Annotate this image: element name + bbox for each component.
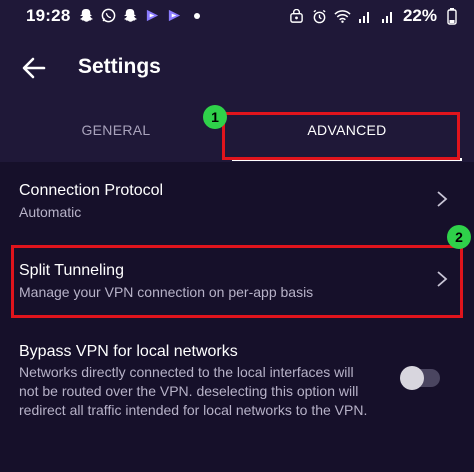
bypass-vpn-description-line: not be routed over the VPN. deselecting … <box>19 383 359 399</box>
connection-protocol-row[interactable]: Connection Protocol Automatic <box>0 170 474 240</box>
snapchat-icon <box>78 7 95 24</box>
battery-level: 22% <box>402 6 437 25</box>
signal-icon <box>380 8 397 25</box>
notification-icons <box>78 7 205 24</box>
status-bar: 19:28 22% <box>0 0 474 32</box>
bypass-vpn-toggle[interactable] <box>400 366 440 390</box>
page-title: Settings <box>78 55 161 78</box>
bypass-vpn-title: Bypass VPN for local networks <box>19 343 238 360</box>
battery-icon <box>443 7 460 25</box>
step-badge-2: 2 <box>447 225 471 249</box>
arrow-left-icon <box>22 57 46 79</box>
highlight-advanced-tab <box>222 112 460 160</box>
alarm-icon <box>311 8 328 25</box>
connection-protocol-value: Automatic <box>19 204 82 220</box>
toggle-knob <box>400 366 424 390</box>
highlight-split-tunneling <box>11 245 463 318</box>
bypass-vpn-description-line: redirect all traffic intended for local … <box>19 402 368 418</box>
chevron-right-icon <box>437 191 448 207</box>
snapchat-icon <box>122 7 139 24</box>
tab-general[interactable]: GENERAL <box>0 110 232 150</box>
bypass-vpn-description-line: Networks directly connected to the local… <box>19 364 354 380</box>
system-icons: 22% <box>288 6 460 26</box>
connection-protocol-title: Connection Protocol <box>19 182 164 199</box>
signal-icon <box>357 8 374 25</box>
wifi-icon <box>334 8 351 25</box>
back-button[interactable] <box>20 54 48 82</box>
vpn-key-icon <box>288 8 305 25</box>
dot-icon <box>188 7 205 24</box>
step-badge-1: 1 <box>203 105 227 129</box>
status-time: 19:28 <box>26 6 71 25</box>
proton-vpn-icon <box>166 7 183 24</box>
whatsapp-icon <box>100 7 117 24</box>
proton-vpn-icon <box>144 7 161 24</box>
